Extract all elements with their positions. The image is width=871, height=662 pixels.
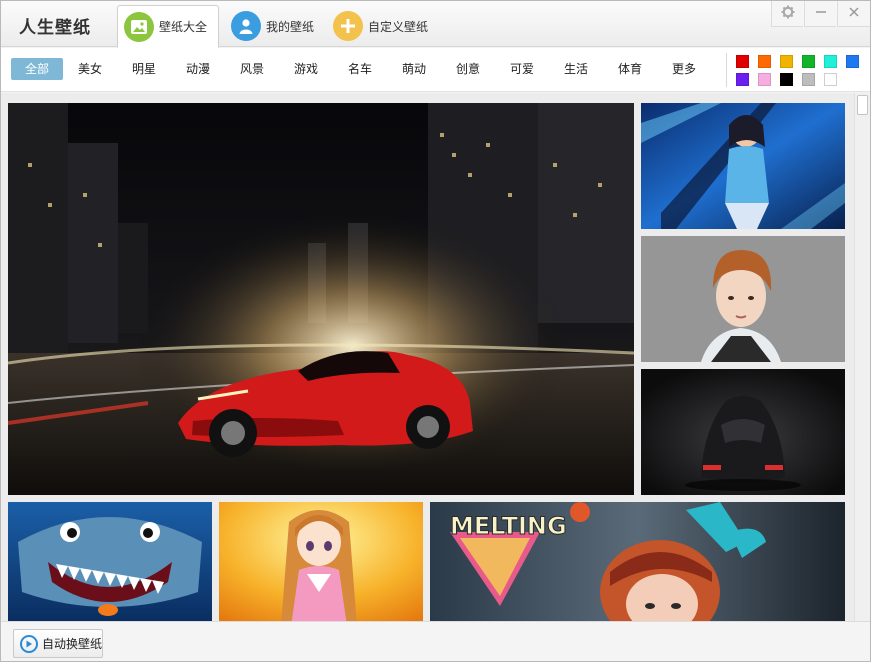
wallpaper-tile-melting-girl[interactable]: MELTING — [430, 502, 845, 621]
color-filter-green[interactable] — [802, 55, 815, 68]
category-scenery[interactable]: 风景 — [231, 58, 273, 80]
category-bar: 全部 美女 明星 动漫 风景 游戏 名车 萌动 创意 可爱 生活 体育 更多 — [1, 48, 870, 92]
tab-label: 自定义壁纸 — [368, 19, 429, 34]
wallpaper-tile-game-girl[interactable] — [641, 103, 845, 229]
user-icon — [231, 11, 261, 41]
auto-change-wallpaper-button[interactable]: 自动换壁纸 — [13, 629, 103, 658]
close-button[interactable] — [837, 1, 870, 27]
color-filter-orange[interactable] — [758, 55, 771, 68]
plus-icon — [333, 11, 363, 41]
minimize-button[interactable] — [804, 1, 836, 27]
footer-bar: 自动换壁纸 — [1, 621, 870, 661]
color-filter-purple[interactable] — [736, 73, 749, 86]
category-cute-pets[interactable]: 萌动 — [393, 58, 435, 80]
color-filter-yellow[interactable] — [780, 55, 793, 68]
title-bar: 人生壁纸 壁纸大全 我的壁纸 自定义壁纸 — [1, 1, 870, 48]
settings-button[interactable] — [771, 1, 803, 27]
color-filter-gray[interactable] — [802, 73, 815, 86]
gear-icon — [781, 5, 795, 22]
close-icon — [848, 6, 860, 21]
app-window: 人生壁纸 壁纸大全 我的壁纸 自定义壁纸 全部 美女 明星 动漫 风景 游戏 名… — [0, 0, 871, 662]
auto-change-label: 自动换壁纸 — [42, 637, 103, 651]
tab-wallpaper-all[interactable]: 壁纸大全 — [117, 5, 219, 48]
category-more[interactable]: 更多 — [663, 58, 705, 80]
color-filter-black[interactable] — [780, 73, 793, 86]
category-stars[interactable]: 明星 — [123, 58, 165, 80]
tab-custom-wallpaper[interactable]: 自定义壁纸 — [327, 5, 437, 47]
picture-icon — [124, 11, 154, 42]
tab-my-wallpaper[interactable]: 我的壁纸 — [225, 5, 325, 47]
scrollbar-thumb[interactable] — [857, 95, 868, 115]
wallpaper-tile-portrait[interactable] — [641, 236, 845, 362]
wallpaper-tile-anime-girl[interactable] — [219, 502, 423, 621]
wallpaper-tile-shark[interactable] — [8, 502, 212, 621]
category-games[interactable]: 游戏 — [285, 58, 327, 80]
color-filter-blue[interactable] — [846, 55, 859, 68]
category-life[interactable]: 生活 — [555, 58, 597, 80]
wallpaper-gallery: MELTING — [1, 93, 854, 621]
category-anime[interactable]: 动漫 — [177, 58, 219, 80]
color-filter-cyan[interactable] — [824, 55, 837, 68]
tab-label: 我的壁纸 — [266, 19, 315, 34]
svg-text:MELTING: MELTING — [450, 512, 567, 540]
category-creative[interactable]: 创意 — [447, 58, 489, 80]
color-filter-pink[interactable] — [758, 73, 771, 86]
minimize-icon — [815, 6, 827, 21]
app-title: 人生壁纸 — [19, 18, 91, 38]
divider — [726, 53, 727, 87]
color-filter-red[interactable] — [736, 55, 749, 68]
category-all[interactable]: 全部 — [11, 58, 63, 80]
category-cars[interactable]: 名车 — [339, 58, 381, 80]
tab-label: 壁纸大全 — [159, 20, 208, 34]
wallpaper-tile-red-car[interactable] — [8, 103, 634, 495]
gallery-scrollbar[interactable] — [854, 93, 870, 621]
color-filter-white[interactable] — [824, 73, 837, 86]
category-sports[interactable]: 体育 — [609, 58, 651, 80]
wallpaper-tile-black-car[interactable] — [641, 369, 845, 495]
category-beauty[interactable]: 美女 — [69, 58, 111, 80]
category-lovely[interactable]: 可爱 — [501, 58, 543, 80]
play-icon — [20, 634, 38, 653]
